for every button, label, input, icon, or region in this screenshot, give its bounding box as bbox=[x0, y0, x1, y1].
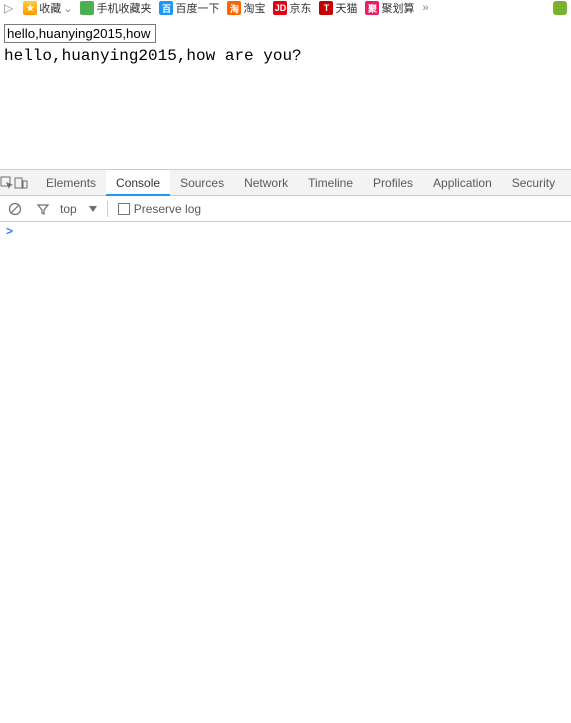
baidu-icon: 百 bbox=[159, 1, 173, 15]
console-prompt: > bbox=[6, 224, 13, 238]
bookmark-bar: ▷ ★ 收藏 ⌄ 手机收藏夹 百 百度一下 淘 淘宝 JD 京东 T 天猫 聚 … bbox=[0, 0, 571, 16]
jd-icon: JD bbox=[273, 1, 287, 15]
mobile-icon bbox=[80, 1, 94, 15]
context-label: top bbox=[60, 202, 77, 216]
device-toolbar-icon[interactable] bbox=[14, 170, 28, 196]
console-body[interactable]: > bbox=[0, 222, 571, 241]
bookmark-mobile-fav[interactable]: 手机收藏夹 bbox=[80, 0, 151, 16]
clear-console-icon[interactable] bbox=[4, 198, 26, 220]
console-toolbar: top Preserve log bbox=[0, 196, 571, 222]
bookmark-leading-icon: ▷ bbox=[4, 1, 15, 15]
bookmark-label: 淘宝 bbox=[243, 0, 265, 16]
bookmark-label: 手机收藏夹 bbox=[96, 0, 151, 16]
preserve-log-checkbox[interactable]: Preserve log bbox=[118, 202, 201, 216]
filter-icon[interactable] bbox=[32, 198, 54, 220]
bookmark-more-icon[interactable]: » bbox=[422, 2, 428, 14]
tab-network[interactable]: Network bbox=[234, 170, 298, 196]
tab-timeline[interactable]: Timeline bbox=[298, 170, 363, 196]
devtools-tabbar: Elements Console Sources Network Timelin… bbox=[0, 170, 571, 196]
devtools-panel: Elements Console Sources Network Timelin… bbox=[0, 169, 571, 241]
chevron-down-icon: ⌄ bbox=[63, 2, 72, 15]
bookmark-juhuasuan[interactable]: 聚 聚划算 bbox=[365, 0, 414, 16]
tab-audits-partial[interactable]: A bbox=[565, 170, 571, 196]
page-output-text: hello,huanying2015,how are you? bbox=[4, 47, 567, 65]
extension-icon[interactable] bbox=[553, 1, 567, 15]
taobao-icon: 淘 bbox=[227, 1, 241, 15]
bookmark-tmall[interactable]: T 天猫 bbox=[319, 0, 357, 16]
bookmark-taobao[interactable]: 淘 淘宝 bbox=[227, 0, 265, 16]
bookmark-favorites[interactable]: ★ 收藏 ⌄ bbox=[23, 0, 72, 16]
tab-profiles[interactable]: Profiles bbox=[363, 170, 423, 196]
context-selector[interactable]: top bbox=[60, 202, 83, 216]
bookmark-baidu[interactable]: 百 百度一下 bbox=[159, 0, 219, 16]
preserve-log-label: Preserve log bbox=[134, 202, 201, 216]
tmall-icon: T bbox=[319, 1, 333, 15]
juhuasuan-icon: 聚 bbox=[365, 1, 379, 15]
page-content: hello,huanying2015,how are you? bbox=[0, 16, 571, 169]
dropdown-arrow-icon[interactable] bbox=[89, 206, 97, 212]
tab-sources[interactable]: Sources bbox=[170, 170, 234, 196]
tab-application[interactable]: Application bbox=[423, 170, 502, 196]
checkbox-icon bbox=[118, 203, 130, 215]
text-input[interactable] bbox=[4, 24, 156, 43]
tab-elements[interactable]: Elements bbox=[36, 170, 106, 196]
bookmark-label: 京东 bbox=[289, 0, 311, 16]
bookmark-label: 百度一下 bbox=[175, 0, 219, 16]
bookmark-label: 天猫 bbox=[335, 0, 357, 16]
bookmark-label: 聚划算 bbox=[381, 0, 414, 16]
star-icon: ★ bbox=[23, 1, 37, 15]
tab-console[interactable]: Console bbox=[106, 170, 170, 196]
bookmark-jd[interactable]: JD 京东 bbox=[273, 0, 311, 16]
tab-security[interactable]: Security bbox=[502, 170, 565, 196]
inspect-element-icon[interactable] bbox=[0, 170, 14, 196]
bookmark-label: 收藏 bbox=[39, 0, 61, 16]
